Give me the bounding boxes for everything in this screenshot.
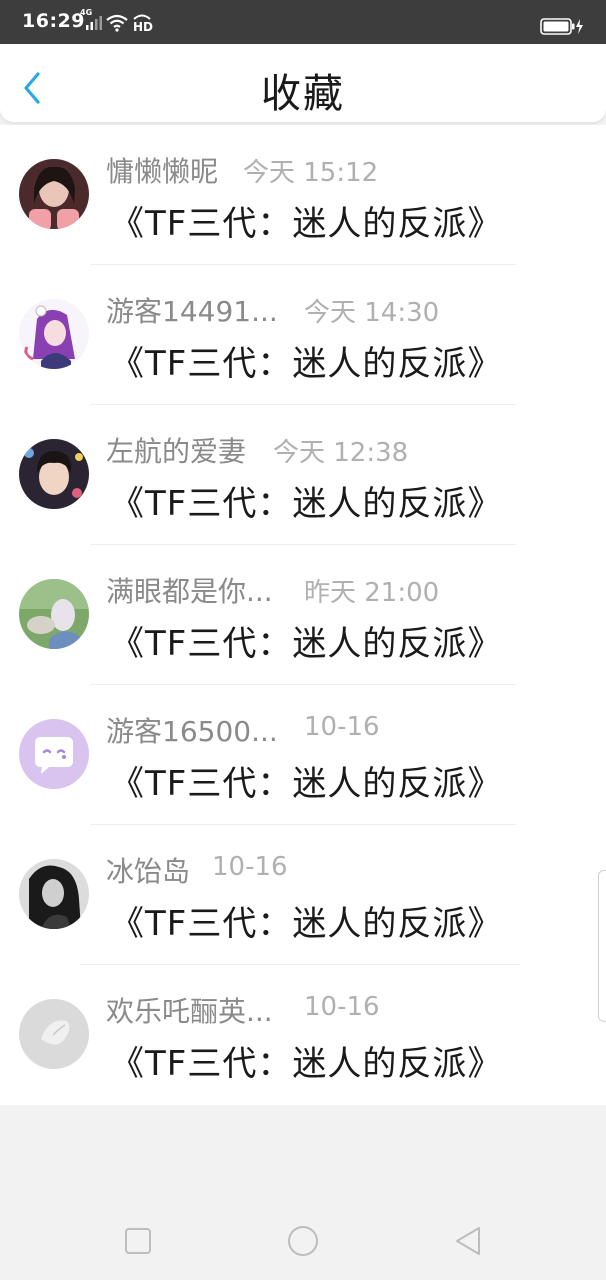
- user-name: 游客16500...: [106, 715, 278, 748]
- battery-icon: [540, 18, 583, 35]
- timestamp: 昨天 21:00: [304, 578, 440, 608]
- timestamp: 今天 15:12: [243, 158, 379, 188]
- user-name: 冰饴岛: [106, 855, 191, 888]
- navigation-bar: [0, 1200, 606, 1280]
- user-name: 慵懒懒昵: [106, 155, 219, 188]
- status-bar: 16:29 4G HD: [0, 0, 606, 44]
- list-item[interactable]: 左航的爱妻 今天 12:38 《TF三代：迷人的反派》: [0, 405, 606, 545]
- page-title: 收藏: [261, 71, 345, 117]
- signal-icon: 4G: [80, 8, 102, 32]
- hd-icon: HD: [130, 10, 154, 34]
- avatar[interactable]: [19, 299, 89, 369]
- book-title: 《TF三代：迷人的反派》: [110, 204, 503, 244]
- list-item[interactable]: 欢乐吒酾英... 10-16 《TF三代：迷人的反派》: [0, 965, 606, 1105]
- user-name: 游客14491...: [106, 295, 278, 328]
- user-name: 欢乐吒酾英...: [106, 995, 273, 1028]
- book-title: 《TF三代：迷人的反派》: [110, 344, 503, 384]
- user-name: 满眼都是你...: [106, 575, 273, 608]
- book-title: 《TF三代：迷人的反派》: [110, 1044, 503, 1084]
- home-icon[interactable]: [286, 1224, 320, 1258]
- book-title: 《TF三代：迷人的反派》: [110, 764, 503, 804]
- list-item[interactable]: 游客16500... 10-16 《TF三代：迷人的反派》: [0, 685, 606, 825]
- header-bar: 收藏: [0, 44, 606, 123]
- back-icon[interactable]: [452, 1224, 486, 1258]
- hd-label: HD: [133, 20, 154, 34]
- timestamp: 10-16: [212, 852, 288, 882]
- avatar[interactable]: [19, 859, 89, 929]
- avatar[interactable]: [19, 159, 89, 229]
- list-item[interactable]: 满眼都是你... 昨天 21:00 《TF三代：迷人的反派》: [0, 545, 606, 685]
- favorites-list: 慵懒懒昵 今天 15:12 《TF三代：迷人的反派》 游客14491... 今天…: [0, 125, 606, 1105]
- book-title: 《TF三代：迷人的反派》: [110, 624, 503, 664]
- wifi-icon: [106, 14, 128, 32]
- avatar[interactable]: [19, 439, 89, 509]
- timestamp: 10-16: [304, 992, 380, 1022]
- book-title: 《TF三代：迷人的反派》: [110, 904, 503, 944]
- scroll-handle[interactable]: [598, 870, 606, 1022]
- user-name: 左航的爱妻: [106, 435, 247, 468]
- timestamp: 今天 14:30: [304, 298, 440, 328]
- book-title: 《TF三代：迷人的反派》: [110, 484, 503, 524]
- timestamp: 10-16: [304, 712, 380, 742]
- list-item[interactable]: 冰饴岛 10-16 《TF三代：迷人的反派》: [0, 825, 606, 965]
- list-item[interactable]: 游客14491... 今天 14:30 《TF三代：迷人的反派》: [0, 265, 606, 405]
- chat-bubble-icon[interactable]: [19, 719, 89, 789]
- list-item[interactable]: 慵懒懒昵 今天 15:12 《TF三代：迷人的反派》: [0, 125, 606, 265]
- avatar[interactable]: [19, 579, 89, 649]
- recents-icon[interactable]: [121, 1224, 155, 1258]
- avatar[interactable]: [19, 999, 89, 1069]
- timestamp: 今天 12:38: [273, 438, 409, 468]
- status-time: 16:29: [22, 10, 85, 32]
